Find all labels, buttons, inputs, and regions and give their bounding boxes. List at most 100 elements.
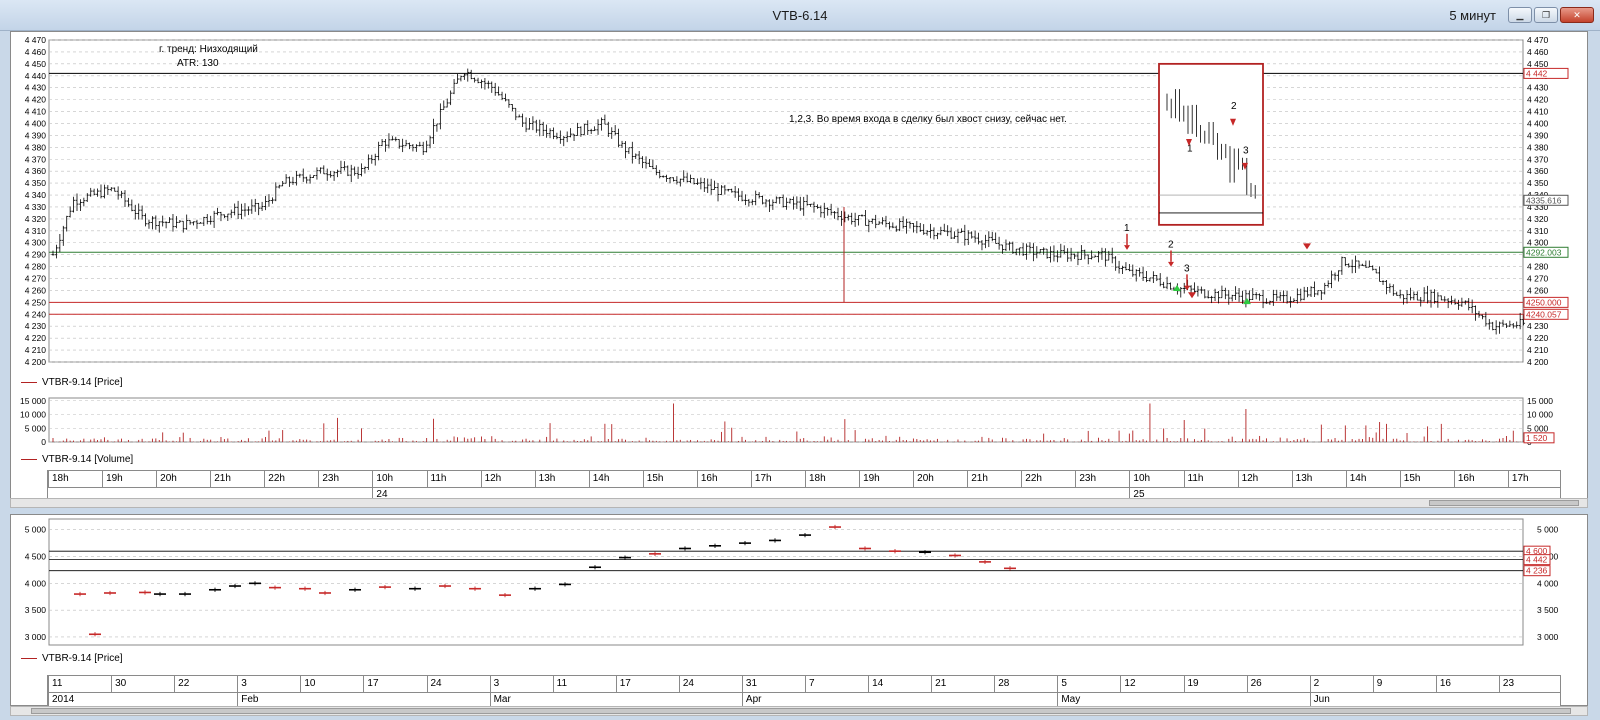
daily-day-tick: 23: [1498, 676, 1560, 692]
price-legend-label: VTBR-9.14 [Price]: [42, 377, 123, 388]
y-tick-label-right: 4 310: [1527, 226, 1549, 236]
daily-day-tick: 30: [111, 676, 174, 692]
daily-scrollbar[interactable]: [10, 706, 1588, 716]
intraday-scrollbar[interactable]: [10, 498, 1588, 508]
y-tick-label-left: 4 340: [25, 190, 47, 200]
daily-day-tick: 22: [174, 676, 237, 692]
y-tick-label-right: 4 450: [1527, 59, 1549, 69]
price-chart[interactable]: 4 200 4 200 4 210 4 210 4 220 4 220 4 230 4 230…: [11, 32, 1587, 392]
hour-tick: 14h: [588, 471, 643, 487]
hour-tick: 20h: [156, 471, 210, 487]
daily-day-tick: 26: [1246, 676, 1310, 692]
daily-day-tick: 31: [741, 676, 805, 692]
timeframe-label[interactable]: 5 минут: [1449, 8, 1496, 23]
month-tick: Jun: [1309, 692, 1560, 706]
y-tick-label-left: 4 240: [25, 309, 47, 319]
y-tick-label-left: 4 350: [25, 178, 47, 188]
hour-tick: 23h: [318, 471, 372, 487]
hour-tick: 14h: [1345, 471, 1400, 487]
y-tick-label-left: 4 420: [25, 95, 47, 105]
hour-tick: 15h: [642, 471, 697, 487]
trend-annotation: г. тренд: Низходящий: [159, 44, 258, 55]
volume-tick-right: 15 000: [1527, 396, 1553, 406]
y-tick-label-left: 4 270: [25, 274, 47, 284]
price-badge-label: 4335.616: [1526, 195, 1562, 205]
hour-tick: 13h: [1291, 471, 1346, 487]
y-tick-label-right: 4 200: [1527, 357, 1549, 367]
daily-scrollbar-thumb[interactable]: [31, 708, 1571, 714]
hour-tick: 13h: [534, 471, 589, 487]
y-tick-label-left: 4 470: [25, 35, 47, 45]
y-tick-label-left: 4 210: [25, 345, 47, 355]
y-tick-label-right: 4 370: [1527, 154, 1549, 164]
hour-tick: 22h: [264, 471, 318, 487]
y-tick-label-right: 4 260: [1527, 285, 1549, 295]
month-tick: Feb: [237, 692, 489, 706]
hour-tick: 12h: [480, 471, 535, 487]
daily-day-tick: 3: [237, 676, 300, 692]
y-tick-label-left: 4 370: [25, 154, 47, 164]
restore-icon: ❐: [1541, 10, 1551, 20]
daily-time-axis: 11 30 22 3 10 17 24 3 11 17 24 31 7 14 21 28 5 12 19 26 2 9 16…: [47, 675, 1561, 707]
month-tick: 2014: [48, 692, 237, 706]
y-tick-label-right: 4 320: [1527, 214, 1549, 224]
hour-tick: 22h: [1021, 471, 1075, 487]
hour-tick: 15h: [1399, 471, 1454, 487]
minimize-icon: ▁: [1516, 10, 1524, 20]
y-tick-label-right: 4 410: [1527, 107, 1549, 117]
window-title: VTB-6.14: [772, 8, 828, 23]
daily-day-tick: 2: [1309, 676, 1373, 692]
marker-label: 2: [1168, 240, 1174, 251]
maximize-button[interactable]: ❐: [1534, 7, 1558, 23]
daily-chart[interactable]: 3 0003 0003 5003 5004 0004 0004 5004 500…: [11, 515, 1587, 665]
daily-day-tick: 12: [1120, 676, 1183, 692]
daily-chart-window: 3 0003 0003 5003 5004 0004 0004 5004 500…: [10, 514, 1588, 707]
hour-tick: 19h: [859, 471, 913, 487]
note-annotation: 1,2,3. Во время входа в сделку был хвост…: [789, 113, 1067, 125]
price-legend: VTBR-9.14 [Price]: [21, 377, 123, 388]
volume-chart[interactable]: 005 0005 00010 00010 00015 00015 0001 52…: [11, 392, 1587, 462]
y-tick-label-left: 4 390: [25, 130, 47, 140]
month-tick: Apr: [741, 692, 1057, 706]
daily-day-tick: 19: [1183, 676, 1247, 692]
daily-day-tick: 5: [1057, 676, 1120, 692]
volume-tick-right: 10 000: [1527, 410, 1553, 420]
hour-tick: 16h: [1453, 471, 1508, 487]
hour-row: 18h 19h 20h 21h 22h 23h 10h 11h 12h 13h 14h 15h 16h 1…: [48, 471, 1560, 488]
y-tick-label-left: 4 330: [25, 202, 47, 212]
y-tick-label-left: 4 310: [25, 226, 47, 236]
hour-tick: 16h: [696, 471, 751, 487]
daily-day-tick: 7: [805, 676, 868, 692]
close-button[interactable]: ✕: [1560, 7, 1594, 23]
inset-marker-label: 1: [1187, 143, 1193, 154]
daily-badge-label: 4 236: [1526, 566, 1548, 576]
daily-tick-left: 3 000: [25, 632, 47, 642]
hour-tick: 10h: [372, 471, 426, 487]
y-tick-label-left: 4 300: [25, 238, 47, 248]
daily-day-tick: 10: [300, 676, 363, 692]
daily-day-tick: 17: [615, 676, 679, 692]
minimize-button[interactable]: ▁: [1508, 7, 1532, 23]
volume-tick-left: 0: [41, 437, 46, 447]
daily-day-row: 11 30 22 3 10 17 24 3 11 17 24 31 7 14 21 28 5 12 19 26 2 9 16…: [48, 676, 1560, 693]
y-tick-label-left: 4 250: [25, 297, 47, 307]
y-tick-label-left: 4 220: [25, 333, 47, 343]
volume-legend-label: VTBR-9.14 [Volume]: [42, 454, 134, 465]
price-badge-label: 4240.057: [1526, 309, 1562, 319]
y-tick-label-left: 4 440: [25, 71, 47, 81]
y-tick-label-left: 4 280: [25, 262, 47, 272]
atr-annotation: ATR: 130: [177, 58, 219, 69]
y-tick-label-left: 4 400: [25, 118, 47, 128]
daily-tick-left: 4 500: [25, 552, 47, 562]
daily-day-tick: 14: [868, 676, 931, 692]
month-row: 2014 Feb Mar Apr May Jun: [48, 692, 1560, 706]
price-plot-area: [48, 39, 1524, 363]
price-badge-label: 4292.003: [1526, 247, 1562, 257]
daily-day-tick: 24: [678, 676, 742, 692]
intraday-scrollbar-thumb[interactable]: [1429, 500, 1579, 506]
daily-tick-right: 4 000: [1537, 578, 1559, 588]
hour-tick: 17h: [750, 471, 805, 487]
y-tick-label-right: 4 210: [1527, 345, 1549, 355]
hour-tick: 10h: [1129, 471, 1183, 487]
y-tick-label-right: 4 470: [1527, 35, 1549, 45]
